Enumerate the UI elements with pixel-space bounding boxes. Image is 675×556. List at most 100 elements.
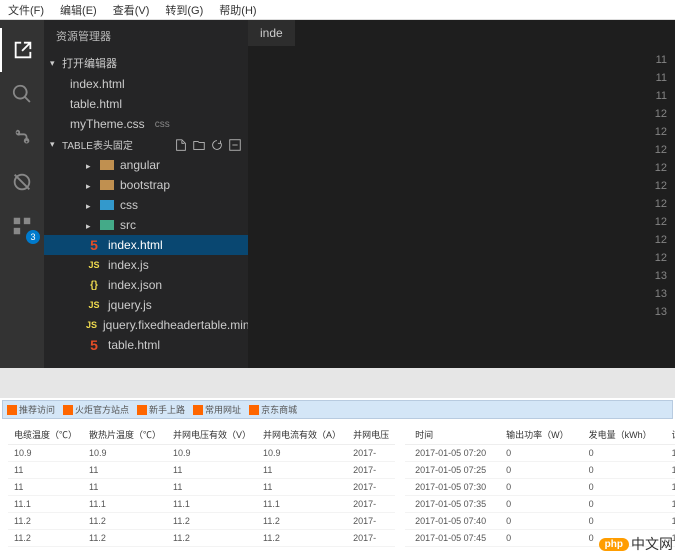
folder-item[interactable]: src [44, 215, 248, 235]
file-label: myTheme.css [70, 117, 145, 131]
bookmark-item[interactable]: 推荐访问 [7, 403, 55, 416]
table-cell: 2017- [347, 513, 395, 530]
table-row: 11.211.211.211.22017- [8, 530, 395, 547]
table-cell: 11.1 [167, 496, 257, 513]
folder-item[interactable]: angular [44, 155, 248, 175]
table-cell: 11.2 [83, 530, 167, 547]
open-editor-item[interactable]: myTheme.css css [44, 114, 248, 134]
column-header: 并网电压有效（V） [167, 425, 257, 445]
folder-header[interactable]: TABLE表头固定 [44, 134, 248, 155]
activity-explorer[interactable] [0, 28, 44, 72]
line-number: 13 [248, 285, 675, 303]
folder-actions [174, 138, 242, 152]
folder-icon [100, 220, 114, 230]
bookmark-item[interactable]: 新手上路 [137, 403, 185, 416]
js-icon: JS [86, 257, 102, 273]
collapse-icon[interactable] [228, 138, 242, 152]
table-row: 111111112017- [8, 479, 395, 496]
table-cell: 11 [83, 462, 167, 479]
json-icon: {} [86, 277, 102, 293]
menu-item[interactable]: 编辑(E) [52, 2, 105, 18]
line-number: 12 [248, 177, 675, 195]
menu-item[interactable]: 转到(G) [157, 2, 211, 18]
table-cell: 10.9 [8, 445, 83, 462]
file-item[interactable]: JSjquery.fixedheadertable.min.js [44, 315, 248, 335]
menu-item[interactable]: 查看(V) [105, 2, 158, 18]
bookmark-bar: 推荐访问火炬官方站点新手上路常用网址京东商城 [2, 400, 673, 419]
table-cell: 10.9 [167, 445, 257, 462]
refresh-icon[interactable] [210, 138, 224, 152]
line-number: 12 [248, 195, 675, 213]
bookmark-item[interactable]: 京东商城 [249, 403, 297, 416]
watermark-text: 中文网 [631, 534, 673, 554]
table-cell: 2017-01-05 07:20 [405, 445, 496, 462]
file-label: index.html [70, 77, 125, 91]
folder-tree: angularbootstrapcss src 5index.htmlJSindex… [44, 155, 248, 355]
table-cell: 2017-01-05 07:30 [405, 479, 496, 496]
table-cell: 11 [257, 462, 347, 479]
open-editor-item[interactable]: index.html [44, 74, 248, 94]
menu-item[interactable]: 帮助(H) [211, 2, 264, 18]
line-number: 13 [248, 267, 675, 285]
open-editors-header[interactable]: 打开编辑器 [44, 52, 248, 74]
file-item[interactable]: {}index.json [44, 275, 248, 295]
file-item[interactable]: 5table.html [44, 335, 248, 355]
table-cell: 2017- [347, 496, 395, 513]
folder-item[interactable]: css [44, 195, 248, 215]
table-cell: 0 [579, 462, 662, 479]
column-header: 时间 [405, 425, 496, 445]
table-row: 11.211.211.211.22017- [8, 513, 395, 530]
file-item[interactable]: JSindex.js [44, 255, 248, 275]
open-editor-item[interactable]: table.html [44, 94, 248, 114]
file-ext: css [155, 119, 170, 130]
table-cell: 2017- [347, 462, 395, 479]
column-header: 设备温度（℃） [662, 425, 675, 445]
tree-item-label: jquery.js [108, 298, 152, 312]
html5-icon: 5 [86, 237, 102, 253]
chevron-right-icon [86, 158, 94, 172]
vscode-window: 3 资源管理器 打开编辑器 index.htmltable.htmlmyThem… [0, 20, 675, 368]
table-cell: 2017- [347, 479, 395, 496]
data-table-right: 时间输出功率（W）发电量（kWh）设备温度（℃）电缆温度（℃）2017-01-0… [405, 425, 675, 547]
menu-item[interactable]: 文件(F) [0, 2, 52, 18]
menubar: 文件(F)编辑(E)查看(V)转到(G)帮助(H) [0, 0, 675, 20]
line-number: 11 [248, 51, 675, 69]
column-header: 发电量（kWh） [579, 425, 662, 445]
line-number-gutter: 111111121212121212121212131313 [248, 47, 675, 325]
activity-search[interactable] [0, 72, 44, 116]
table-cell: 0 [579, 445, 662, 462]
bookmark-icon [63, 405, 73, 415]
data-table-left: 电缆温度（℃）散热片温度（℃）并网电压有效（V）并网电流有效（A）并网电压10.… [8, 425, 395, 547]
browser-panel: 推荐访问火炬官方站点新手上路常用网址京东商城 电缆温度（℃）散热片温度（℃）并网… [0, 398, 675, 556]
tree-item-label: src [120, 218, 136, 232]
column-header: 电缆温度（℃） [8, 425, 83, 445]
table-cell: 2017- [347, 445, 395, 462]
table-row: 2017-01-05 07:350011.411.4 [405, 496, 675, 513]
line-number: 12 [248, 249, 675, 267]
table-cell: 0 [496, 496, 579, 513]
activity-extensions[interactable]: 3 [0, 204, 44, 248]
table-cell: 0 [579, 479, 662, 496]
new-folder-icon[interactable] [192, 138, 206, 152]
chevron-down-icon [50, 139, 58, 150]
activity-debug[interactable] [0, 160, 44, 204]
table-cell: 0 [496, 479, 579, 496]
file-item[interactable]: 5index.html [44, 235, 248, 255]
file-item[interactable]: JSjquery.js [44, 295, 248, 315]
line-number: 13 [248, 303, 675, 321]
activity-source-control[interactable] [0, 116, 44, 160]
bookmark-item[interactable]: 火炬官方站点 [63, 403, 129, 416]
column-header: 输出功率（W） [496, 425, 579, 445]
table-cell: 2017-01-05 07:40 [405, 513, 496, 530]
folder-item[interactable]: bootstrap [44, 175, 248, 195]
table-row: 2017-01-05 07:200011.311.3 [405, 445, 675, 462]
new-file-icon[interactable] [174, 138, 188, 152]
table-cell: 10.9 [257, 445, 347, 462]
line-number: 12 [248, 123, 675, 141]
table-cell: 11.2 [8, 513, 83, 530]
editor-tab[interactable]: inde [248, 20, 295, 47]
table-cell: 11.2 [257, 513, 347, 530]
bookmark-item[interactable]: 常用网址 [193, 403, 241, 416]
column-header: 散热片温度（℃） [83, 425, 167, 445]
bookmark-icon [7, 405, 17, 415]
